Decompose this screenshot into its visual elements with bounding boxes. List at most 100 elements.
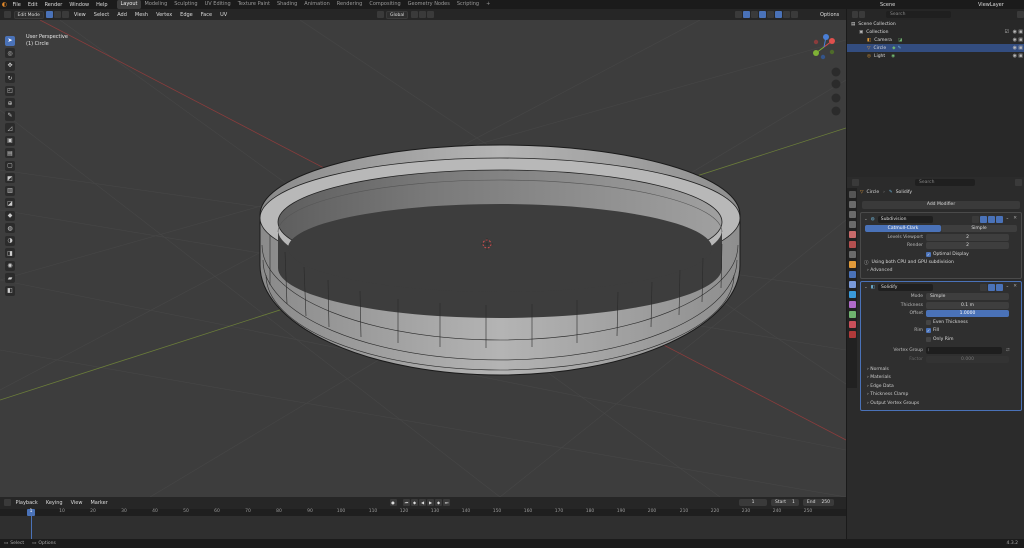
collapse-chevron-icon[interactable]: ⌄ <box>864 217 868 222</box>
even-thickness-checkbox[interactable]: Even Thickness <box>926 319 968 325</box>
on-cage-toggle-icon[interactable] <box>979 215 987 223</box>
materials-subpanel[interactable]: › Materials <box>861 374 1021 383</box>
shear-tool-icon[interactable]: ▰ <box>5 273 15 283</box>
gizmo-z-icon[interactable] <box>823 34 829 40</box>
prev-keyframe-icon[interactable]: ◆ <box>411 499 418 506</box>
current-frame-field[interactable]: 1 <box>739 499 767 506</box>
face-select-icon[interactable] <box>62 11 70 18</box>
menu-window[interactable]: Window <box>66 2 93 8</box>
tab-layout[interactable]: Layout <box>117 0 141 9</box>
output-tab-icon[interactable] <box>848 211 856 218</box>
menu-keying[interactable]: Keying <box>42 500 67 506</box>
modifier-menu-icon[interactable]: ⌄ <box>1005 216 1009 223</box>
gizmo-x-icon[interactable] <box>829 38 835 44</box>
menu-playback[interactable]: Playback <box>12 500 42 506</box>
render-toggle-icon[interactable] <box>995 215 1003 223</box>
add-modifier-button[interactable]: Add Modifier <box>862 201 1020 209</box>
edge-slide-tool-icon[interactable]: ◨ <box>5 248 15 258</box>
overlay-toggle-icon[interactable] <box>750 11 758 18</box>
material-tab-icon[interactable] <box>848 321 856 328</box>
camera-view-icon[interactable] <box>831 93 841 103</box>
transform-orientation-dropdown[interactable]: Global <box>386 10 409 19</box>
shading-rendered-icon[interactable] <box>790 11 798 18</box>
viewport-canvas[interactable] <box>0 20 846 497</box>
normals-subpanel[interactable]: › Normals <box>861 366 1021 375</box>
current-frame-indicator[interactable]: 1 <box>27 509 35 516</box>
outliner-search-input[interactable]: Search <box>885 11 952 18</box>
add-workspace-button[interactable]: + <box>483 0 494 9</box>
record-icon[interactable]: ● <box>389 499 397 506</box>
catmull-clark-option[interactable]: Catmull-Clark <box>865 225 941 232</box>
cursor-tool-icon[interactable]: ◎ <box>5 48 15 58</box>
mode-dropdown[interactable]: Edit Mode <box>13 10 44 19</box>
particles-tab-icon[interactable] <box>848 281 856 288</box>
rip-tool-icon[interactable]: ◧ <box>5 285 15 296</box>
menu-add[interactable]: Add <box>113 12 131 18</box>
visibility-eye-icon[interactable]: ◉ <box>1013 53 1017 59</box>
properties-search-input[interactable]: Search <box>915 179 975 186</box>
tab-compositing[interactable]: Compositing <box>366 0 404 9</box>
bevel-tool-icon[interactable]: ◩ <box>5 173 15 183</box>
factor-field[interactable]: 0.000 <box>926 355 1009 363</box>
xray-toggle-icon[interactable] <box>758 11 766 18</box>
tab-scripting[interactable]: Scripting <box>453 0 482 9</box>
menu-file[interactable]: File <box>9 2 24 8</box>
physics-tab-icon[interactable] <box>848 291 856 298</box>
options-dropdown[interactable]: Options <box>816 12 843 18</box>
render-camera-icon[interactable]: ▣ <box>1018 29 1023 35</box>
scene-selector[interactable]: Scene <box>880 2 895 8</box>
playhead[interactable] <box>31 516 32 539</box>
collapse-chevron-icon[interactable]: ⌄ <box>864 285 868 290</box>
tab-shading[interactable]: Shading <box>273 0 300 9</box>
properties-editor-icon[interactable] <box>851 179 859 186</box>
smooth-tool-icon[interactable]: ◑ <box>5 235 15 246</box>
tab-uv-editing[interactable]: UV Editing <box>201 0 234 9</box>
proportional-edit-icon[interactable] <box>426 11 434 18</box>
spin-tool-icon[interactable]: ◍ <box>5 223 15 233</box>
tab-texture-paint[interactable]: Texture Paint <box>234 0 273 9</box>
jump-start-icon[interactable]: ⏮ <box>403 499 410 506</box>
menu-timeline-view[interactable]: View <box>67 500 87 506</box>
render-camera-icon[interactable]: ▣ <box>1018 45 1023 51</box>
shading-material-icon[interactable] <box>782 11 790 18</box>
play-icon[interactable]: ▶ <box>427 499 434 506</box>
menu-view[interactable]: View <box>70 12 90 18</box>
edit-mode-toggle-icon[interactable] <box>979 284 987 291</box>
exclude-checkbox-icon[interactable]: ☑ <box>1005 29 1009 35</box>
gizmo-neg-y-icon[interactable] <box>829 49 835 55</box>
move-tool-icon[interactable]: ✥ <box>5 60 15 71</box>
levels-viewport-field[interactable]: 2 <box>926 233 1009 241</box>
zoom-icon[interactable] <box>831 67 841 77</box>
world-tab-icon[interactable] <box>848 241 856 248</box>
only-rim-checkbox[interactable]: Only Rim <box>926 336 954 342</box>
ring-mesh[interactable] <box>259 144 741 376</box>
mode-dropdown[interactable]: Simple <box>926 293 1009 301</box>
orientation-icon[interactable] <box>376 11 384 18</box>
scene-collection-row[interactable]: ▤ Scene Collection <box>847 20 1024 28</box>
collection-row[interactable]: ▣ Collection ☑ ◉ ▣ <box>847 28 1024 36</box>
start-frame-field[interactable]: 1 <box>792 499 795 506</box>
simple-option[interactable]: Simple <box>941 225 1017 232</box>
filter-icon[interactable] <box>1017 11 1024 18</box>
visibility-icon[interactable] <box>734 11 742 18</box>
frame-ruler[interactable]: 10 20 30 40 50 60 70 80 90 100 110 120 1… <box>0 509 846 516</box>
texture-tab-icon[interactable] <box>848 331 856 338</box>
gizmo-y-icon[interactable] <box>813 50 819 56</box>
jump-end-icon[interactable]: ⏭ <box>443 499 450 506</box>
display-mode-icon[interactable] <box>858 11 866 18</box>
timeline-track-area[interactable] <box>0 516 846 539</box>
blender-logo-icon[interactable]: ◐ <box>0 0 9 9</box>
menu-edit[interactable]: Edit <box>24 2 41 8</box>
3d-viewport[interactable]: User Perspective (1) Circle <box>0 20 846 497</box>
navigation-gizmo[interactable] <box>813 34 835 60</box>
menu-mesh[interactable]: Mesh <box>131 12 152 18</box>
rotate-tool-icon[interactable]: ↻ <box>5 73 15 83</box>
output-vertex-groups-subpanel[interactable]: › Output Vertex Groups <box>861 400 1021 409</box>
remove-modifier-icon[interactable]: ✕ <box>1013 216 1017 223</box>
tab-animation[interactable]: Animation <box>301 0 334 9</box>
measure-tool-icon[interactable]: ◿ <box>5 123 15 133</box>
viewport-toggle-icon[interactable] <box>987 284 995 291</box>
edge-select-icon[interactable] <box>54 11 62 18</box>
menu-help[interactable]: Help <box>93 2 111 8</box>
render-levels-field[interactable]: 2 <box>926 242 1009 250</box>
